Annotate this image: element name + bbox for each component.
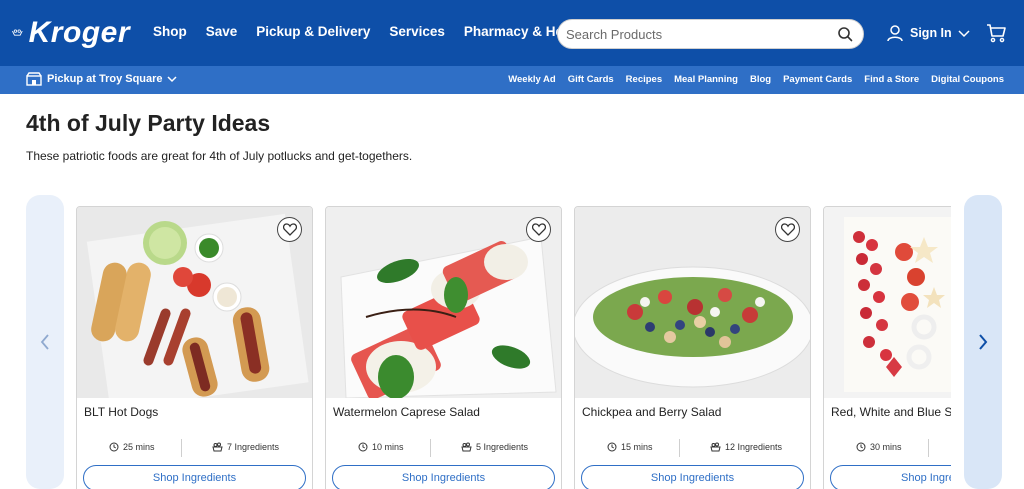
recipe-carousel: BLT Hot Dogs 25 mins 7 Ingredients Shop … — [76, 206, 951, 489]
chevron-down-icon — [167, 76, 177, 83]
recipe-name[interactable]: Red, White and Blue S — [831, 405, 951, 419]
store-icon — [26, 72, 42, 86]
favorite-button[interactable] — [277, 217, 302, 242]
sub-nav-links: Weekly Ad Gift Cards Recipes Meal Planni… — [496, 74, 1004, 85]
ingredients-icon — [212, 442, 223, 452]
link-gift-cards[interactable]: Gift Cards — [568, 74, 614, 85]
ingredients-icon — [710, 442, 721, 452]
recipe-ingredients: 7 Ingredients — [212, 442, 279, 452]
main-nav: Shop Save Pickup & Delivery Services Pha… — [153, 24, 606, 39]
shop-ingredients-button[interactable]: Shop Ingre — [830, 465, 951, 489]
meta-divider — [928, 439, 929, 457]
recipe-name[interactable]: BLT Hot Dogs — [84, 405, 158, 419]
recipe-ingredients: 12 Ingredients — [710, 442, 782, 452]
page-title: 4th of July Party Ideas — [26, 110, 271, 136]
meta-divider — [679, 439, 680, 457]
recipe-ingredients-label: 12 Ingredients — [725, 442, 783, 452]
pickup-label: Pickup at Troy Square — [47, 73, 163, 85]
meta-divider — [181, 439, 182, 457]
link-digital-coupons[interactable]: Digital Coupons — [931, 74, 1004, 85]
kroger-logo-icon — [12, 29, 23, 36]
search-icon[interactable] — [837, 26, 853, 42]
recipe-name[interactable]: Chickpea and Berry Salad — [582, 405, 721, 419]
link-recipes[interactable]: Recipes — [626, 74, 662, 85]
recipe-image — [77, 207, 312, 398]
link-find-a-store[interactable]: Find a Store — [864, 74, 919, 85]
recipe-time-label: 30 mins — [870, 442, 902, 452]
chevron-left-icon — [40, 334, 49, 350]
recipe-time: 30 mins — [856, 442, 902, 452]
recipe-image — [326, 207, 561, 398]
recipe-name[interactable]: Watermelon Caprese Salad — [333, 405, 480, 419]
recipe-card[interactable]: Chickpea and Berry Salad 15 mins 12 Ingr… — [574, 206, 811, 489]
recipe-time: 15 mins — [607, 442, 653, 452]
recipe-ingredients: 5 Ingredients — [461, 442, 528, 452]
nav-shop[interactable]: Shop — [153, 24, 187, 39]
heart-icon — [282, 223, 297, 236]
recipe-card[interactable]: Watermelon Caprese Salad 10 mins 5 Ingre… — [325, 206, 562, 489]
chevron-down-icon — [958, 30, 970, 38]
recipe-image — [824, 207, 951, 398]
recipe-card[interactable]: BLT Hot Dogs 25 mins 7 Ingredients Shop … — [76, 206, 313, 489]
carousel-prev-button[interactable] — [26, 195, 64, 489]
link-meal-planning[interactable]: Meal Planning — [674, 74, 738, 85]
recipe-meta: 30 mins — [824, 439, 951, 457]
logo-text: Kroger — [28, 16, 130, 49]
recipe-time: 10 mins — [358, 442, 404, 452]
recipe-time-label: 15 mins — [621, 442, 653, 452]
cart-icon[interactable] — [985, 22, 1007, 44]
user-icon — [887, 25, 903, 42]
recipe-time: 25 mins — [109, 442, 155, 452]
recipe-image — [575, 207, 810, 398]
nav-pickup-delivery[interactable]: Pickup & Delivery — [256, 24, 370, 39]
ingredients-icon — [461, 442, 472, 452]
shop-ingredients-button[interactable]: Shop Ingredients — [83, 465, 306, 489]
chevron-right-icon — [979, 334, 988, 350]
sign-in-button[interactable]: Sign In — [886, 24, 977, 42]
kroger-logo[interactable]: Kroger — [12, 12, 130, 54]
recipe-card[interactable]: Red, White and Blue S 30 mins Shop Ingre — [823, 206, 951, 489]
sign-in-label: Sign In — [910, 26, 952, 40]
recipe-ingredients-label: 5 Ingredients — [476, 442, 529, 452]
nav-services[interactable]: Services — [389, 24, 445, 39]
pickup-store-selector[interactable]: Pickup at Troy Square — [26, 72, 177, 86]
nav-save[interactable]: Save — [206, 24, 238, 39]
favorite-button[interactable] — [775, 217, 800, 242]
heart-icon — [780, 223, 795, 236]
page-subtitle: These patriotic foods are great for 4th … — [26, 149, 413, 163]
shop-ingredients-button[interactable]: Shop Ingredients — [581, 465, 804, 489]
recipe-meta: 15 mins 12 Ingredients — [575, 439, 810, 457]
search-bar — [557, 19, 864, 49]
top-header: Kroger Shop Save Pickup & Delivery Servi… — [0, 0, 1024, 66]
shop-ingredients-button[interactable]: Shop Ingredients — [332, 465, 555, 489]
carousel-next-button[interactable] — [964, 195, 1002, 489]
clock-icon — [109, 442, 119, 452]
recipe-time-label: 25 mins — [123, 442, 155, 452]
sub-nav: Pickup at Troy Square Weekly Ad Gift Car… — [0, 66, 1024, 94]
search-input[interactable] — [566, 26, 826, 42]
recipe-meta: 10 mins 5 Ingredients — [326, 439, 561, 457]
recipe-meta: 25 mins 7 Ingredients — [77, 439, 312, 457]
meta-divider — [430, 439, 431, 457]
recipe-time-label: 10 mins — [372, 442, 404, 452]
favorite-button[interactable] — [526, 217, 551, 242]
clock-icon — [607, 442, 617, 452]
link-payment-cards[interactable]: Payment Cards — [783, 74, 852, 85]
link-blog[interactable]: Blog — [750, 74, 771, 85]
heart-icon — [531, 223, 546, 236]
clock-icon — [856, 442, 866, 452]
clock-icon — [358, 442, 368, 452]
recipe-ingredients-label: 7 Ingredients — [227, 442, 280, 452]
link-weekly-ad[interactable]: Weekly Ad — [508, 74, 556, 85]
